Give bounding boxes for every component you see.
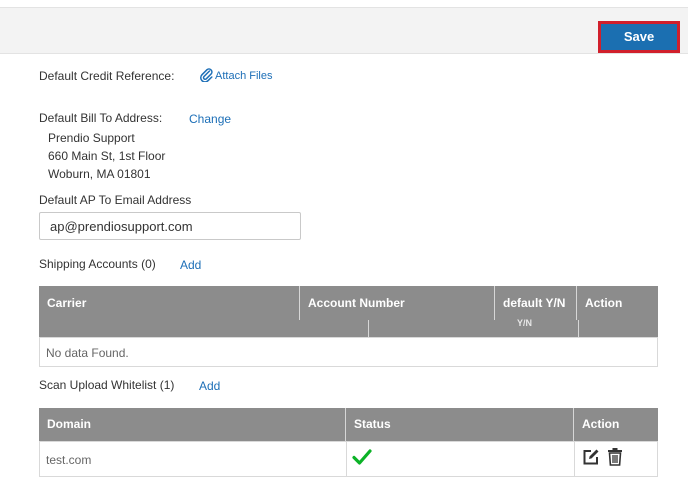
shipping-accounts-title: Shipping Accounts (0): [39, 257, 156, 271]
cell-divider: [346, 442, 347, 476]
column-header-default[interactable]: default Y/N: [494, 286, 576, 320]
column-header-domain[interactable]: Domain: [39, 408, 345, 441]
column-header-status[interactable]: Status: [345, 408, 573, 441]
column-header-action[interactable]: Action: [576, 286, 658, 320]
attach-files-link[interactable]: Attach Files: [215, 70, 272, 82]
filter-overflow-text: Y/N: [517, 318, 533, 328]
filter-divider: [578, 320, 579, 337]
empty-state-text: No data Found.: [46, 346, 129, 360]
shipping-empty-row: No data Found.: [39, 337, 658, 367]
shipping-filter-row: Y/N: [39, 318, 658, 337]
filter-divider: [368, 320, 369, 337]
add-shipping-account-link[interactable]: Add: [180, 258, 201, 272]
top-toolbar: Save: [0, 7, 688, 54]
edit-icon[interactable]: [582, 448, 600, 466]
credit-reference-label: Default Credit Reference:: [39, 69, 175, 83]
checkmark-icon: [352, 449, 372, 465]
save-button[interactable]: Save: [598, 21, 680, 53]
cell-divider: [574, 442, 575, 476]
change-address-link[interactable]: Change: [189, 112, 231, 126]
add-whitelist-link[interactable]: Add: [199, 379, 220, 393]
address-line-3: Woburn, MA 01801: [48, 167, 151, 181]
table-row: test.com: [39, 441, 658, 477]
column-header-carrier[interactable]: Carrier: [39, 286, 299, 320]
address-line-1: Prendio Support: [48, 131, 135, 145]
domain-cell: test.com: [46, 453, 92, 467]
whitelist-table-header: Domain Status Action: [39, 408, 658, 441]
paperclip-icon[interactable]: [199, 66, 213, 82]
ap-email-label: Default AP To Email Address: [39, 193, 192, 207]
address-line-2: 660 Main St, 1st Floor: [48, 149, 166, 163]
shipping-table-header: Carrier Account Number default Y/N Actio…: [39, 286, 658, 320]
trash-icon[interactable]: [607, 447, 623, 466]
bill-to-label: Default Bill To Address:: [39, 111, 163, 125]
ap-email-input[interactable]: [39, 212, 301, 240]
whitelist-title: Scan Upload Whitelist (1): [39, 378, 175, 392]
column-header-action[interactable]: Action: [573, 408, 658, 441]
column-header-account-number[interactable]: Account Number: [299, 286, 494, 320]
